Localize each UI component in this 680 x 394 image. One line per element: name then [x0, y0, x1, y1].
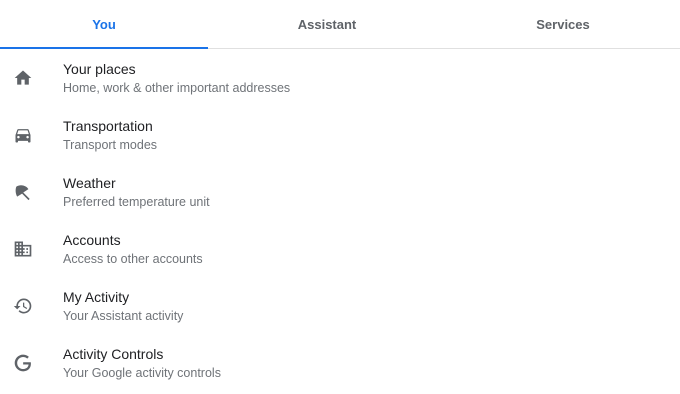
- list-item-my-activity[interactable]: My Activity Your Assistant activity: [0, 277, 680, 334]
- settings-list: Your places Home, work & other important…: [0, 49, 680, 391]
- item-title: Activity Controls: [63, 346, 164, 362]
- list-item-transportation[interactable]: Transportation Transport modes: [0, 106, 680, 163]
- item-title: Your places: [63, 61, 136, 77]
- item-title: Weather: [63, 175, 116, 191]
- weather-icon: [12, 181, 34, 203]
- tab-you[interactable]: You: [0, 0, 208, 49]
- item-subtitle: Your Google activity controls: [63, 366, 221, 380]
- list-item-accounts[interactable]: Accounts Access to other accounts: [0, 220, 680, 277]
- list-item-your-places[interactable]: Your places Home, work & other important…: [0, 49, 680, 106]
- item-subtitle: Preferred temperature unit: [63, 195, 210, 209]
- building-icon: [12, 238, 34, 260]
- google-icon: [12, 352, 34, 374]
- item-subtitle: Access to other accounts: [63, 252, 203, 266]
- home-icon: [12, 67, 34, 89]
- history-icon: [12, 295, 34, 317]
- tab-bar: You Assistant Services: [0, 0, 680, 49]
- list-item-activity-controls[interactable]: Activity Controls Your Google activity c…: [0, 334, 680, 391]
- car-icon: [12, 124, 34, 146]
- tab-assistant[interactable]: Assistant: [208, 0, 446, 48]
- item-title: Accounts: [63, 232, 121, 248]
- item-subtitle: Home, work & other important addresses: [63, 81, 291, 95]
- tab-services[interactable]: Services: [446, 0, 680, 48]
- item-title: My Activity: [63, 289, 130, 305]
- list-item-weather[interactable]: Weather Preferred temperature unit: [0, 163, 680, 220]
- item-title: Transportation: [63, 118, 153, 134]
- item-subtitle: Your Assistant activity: [63, 309, 184, 323]
- item-subtitle: Transport modes: [63, 138, 158, 152]
